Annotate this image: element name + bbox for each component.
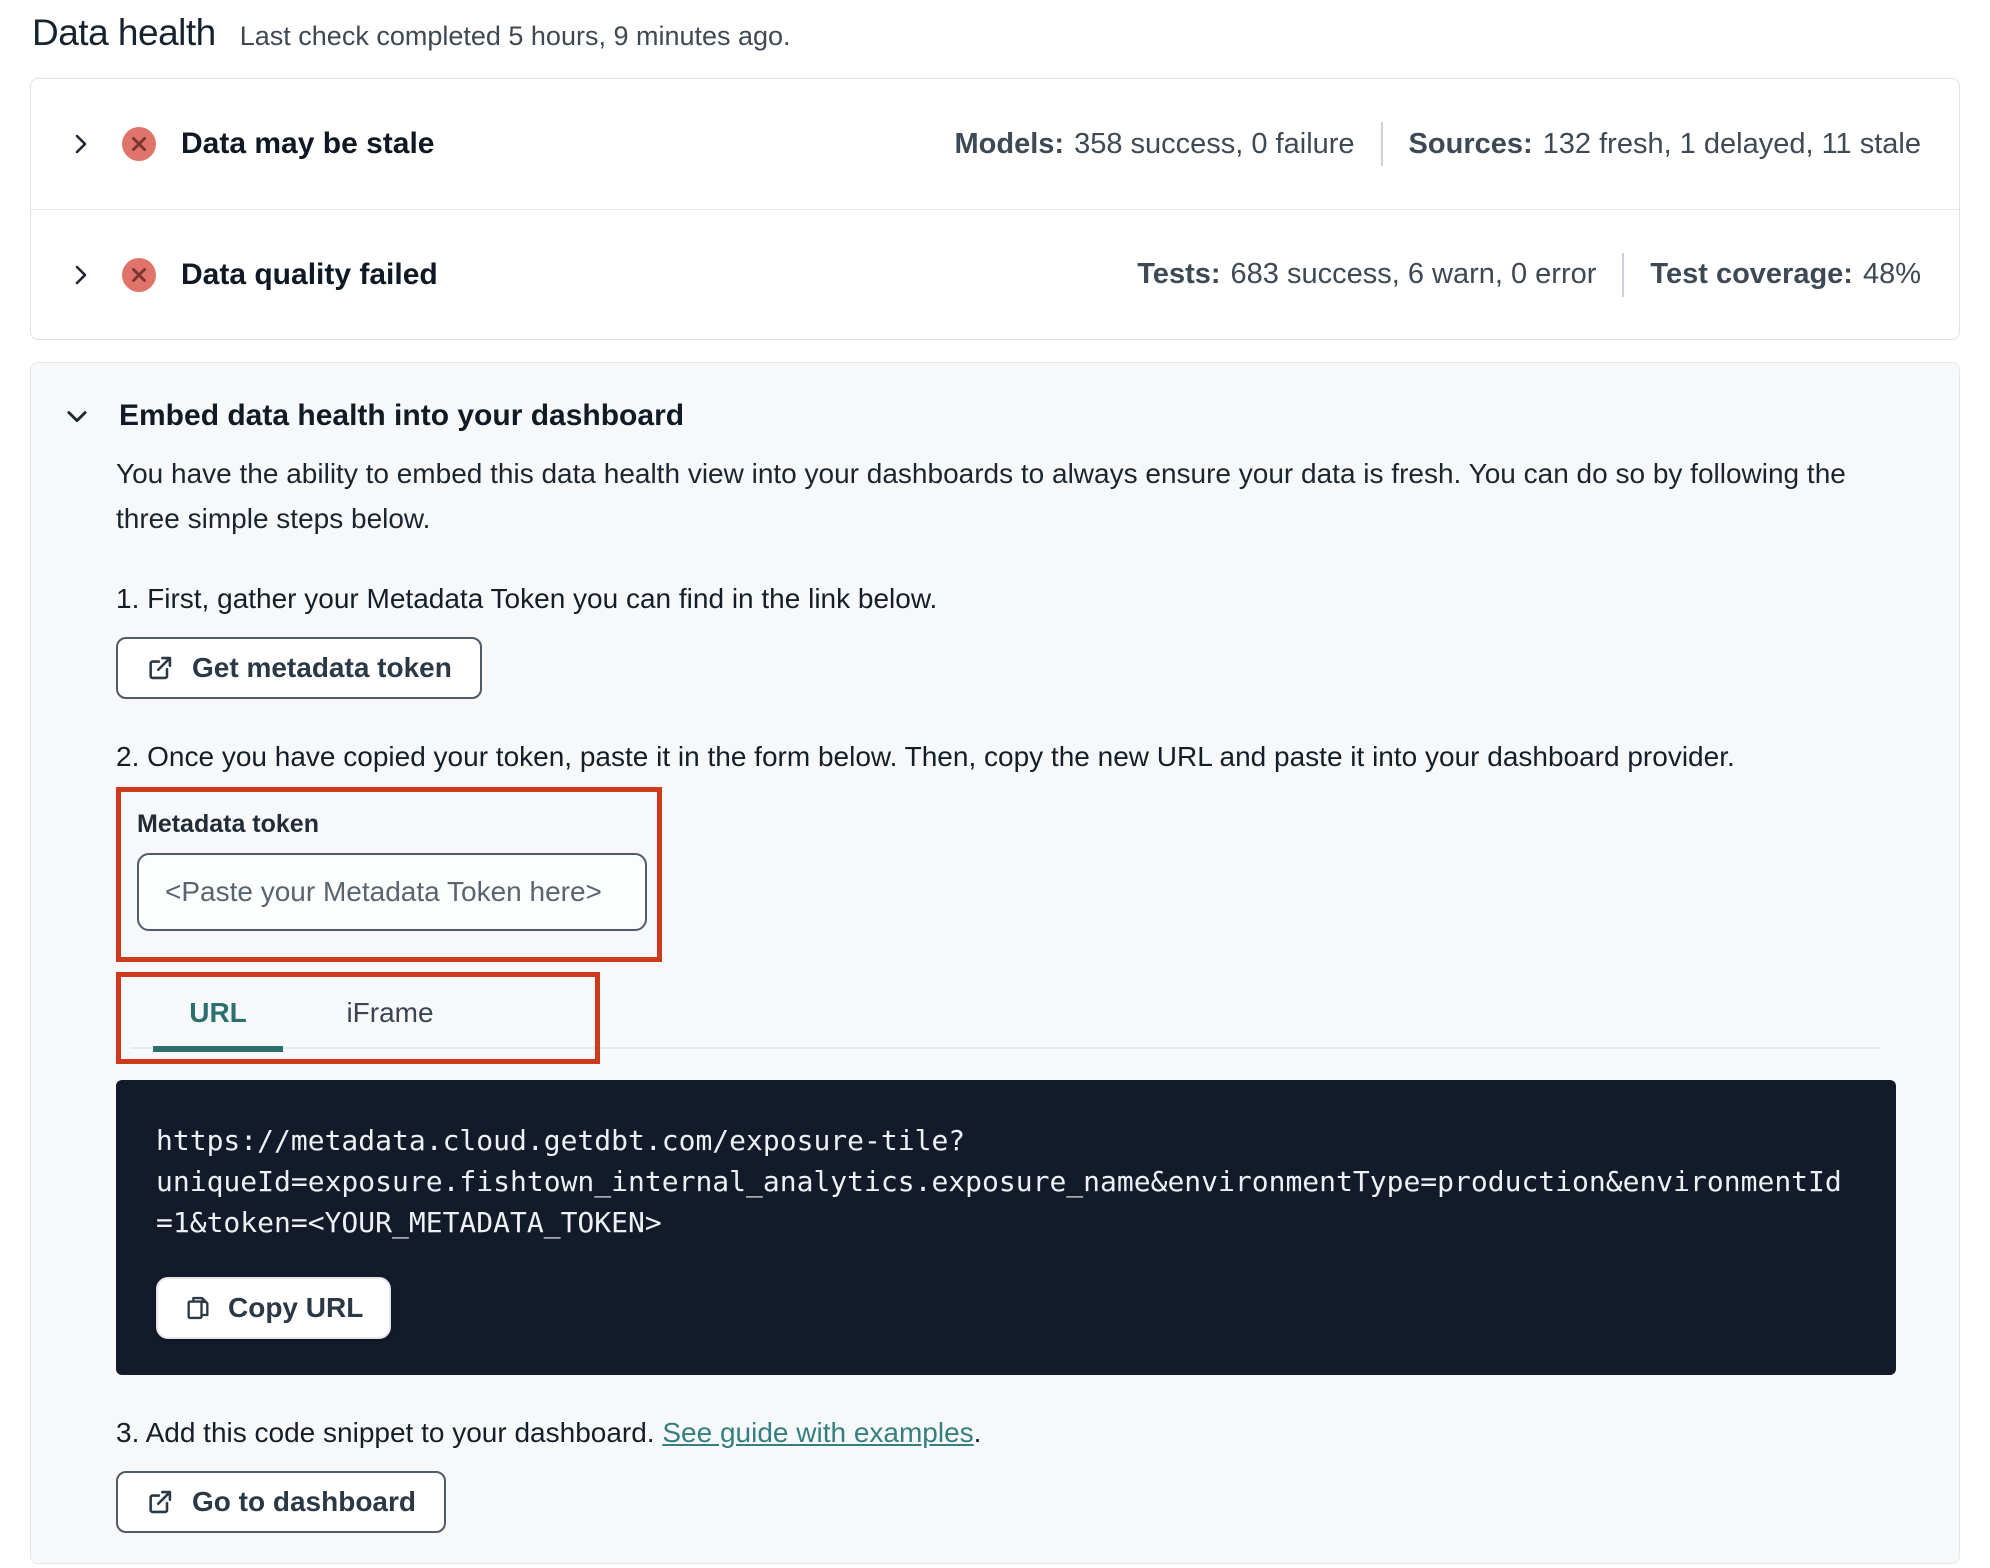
embed-output-tabs: URL iFrame <box>116 972 1881 1064</box>
embed-code-block: https://metadata.cloud.getdbt.com/exposu… <box>116 1080 1896 1375</box>
see-guide-link[interactable]: See guide with examples <box>662 1417 973 1448</box>
embed-url-code: https://metadata.cloud.getdbt.com/exposu… <box>156 1124 1842 1239</box>
stat-models: Models: 358 success, 0 failure <box>954 127 1355 160</box>
page-title: Data health <box>32 12 216 53</box>
status-row-stats: Tests: 683 success, 6 warn, 0 error Test … <box>1137 252 1921 297</box>
chevron-down-icon[interactable] <box>63 402 91 430</box>
chevron-right-icon[interactable] <box>69 263 93 287</box>
stat-test-coverage: Test coverage: 48% <box>1650 258 1921 290</box>
tab-iframe[interactable]: iFrame <box>325 977 455 1059</box>
stat-divider <box>1380 122 1383 166</box>
data-health-page: Data health Last check completed 5 hours… <box>0 0 1990 1564</box>
embed-panel-header[interactable]: Embed data health into your dashboard <box>63 399 1919 433</box>
embed-panel-body: You have the ability to embed this data … <box>116 451 1896 1533</box>
external-link-icon <box>146 1488 174 1516</box>
status-row-data-quality-failed[interactable]: Data quality failed Tests: 683 success, 6… <box>31 209 1959 339</box>
status-row-stats: Models: 358 success, 0 failure Sources: 13… <box>954 122 1921 166</box>
last-check-status: Last check completed 5 hours, 9 minutes … <box>239 21 791 51</box>
error-x-circle-icon <box>121 257 157 293</box>
tabs-annotation-box: URL iFrame <box>116 972 600 1064</box>
metadata-token-label: Metadata token <box>137 810 319 838</box>
go-to-dashboard-button[interactable]: Go to dashboard <box>116 1471 446 1533</box>
status-row-data-may-be-stale[interactable]: Data may be stale Models: 358 success, 0 … <box>31 79 1959 209</box>
copy-icon <box>184 1294 212 1322</box>
chevron-right-icon[interactable] <box>69 132 93 156</box>
external-link-icon <box>146 654 174 682</box>
get-metadata-token-button[interactable]: Get metadata token <box>116 637 482 699</box>
error-x-circle-icon <box>121 126 157 162</box>
step-1-text: 1. First, gather your Metadata Token you… <box>116 583 938 614</box>
stat-divider <box>1622 252 1625 297</box>
status-row-label: Data quality failed <box>181 257 438 291</box>
copy-url-label: Copy URL <box>228 1292 364 1323</box>
embed-description: You have the ability to embed this data … <box>116 458 1846 534</box>
get-metadata-token-label: Get metadata token <box>192 652 452 683</box>
embed-panel: Embed data health into your dashboard Yo… <box>30 362 1960 1564</box>
copy-url-button[interactable]: Copy URL <box>156 1277 392 1339</box>
stat-tests: Tests: 683 success, 6 warn, 0 error <box>1137 258 1597 290</box>
embed-panel-title: Embed data health into your dashboard <box>119 399 685 432</box>
status-row-label: Data may be stale <box>181 127 435 160</box>
stat-sources: Sources: 132 fresh, 1 delayed, 11 stale <box>1408 127 1921 160</box>
page-header: Data health Last check completed 5 hours… <box>30 10 1960 78</box>
metadata-token-input[interactable] <box>137 853 647 931</box>
step-3-text: 3. Add this code snippet to your dashboa… <box>116 1417 982 1448</box>
go-to-dashboard-label: Go to dashboard <box>192 1486 416 1517</box>
tab-url[interactable]: URL <box>153 977 283 1059</box>
status-card: Data may be stale Models: 358 success, 0 … <box>30 78 1960 340</box>
step-2-text: 2. Once you have copied your token, past… <box>116 741 1735 772</box>
metadata-token-annotation-box: Metadata token <box>116 787 662 962</box>
